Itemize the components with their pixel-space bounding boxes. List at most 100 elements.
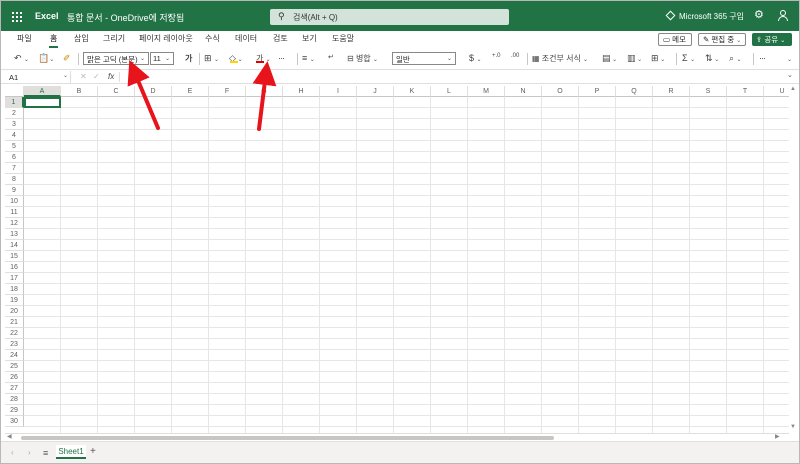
format-as-table-icon[interactable]: ▤ ⌄ — [602, 53, 617, 64]
column-header[interactable]: L — [431, 86, 468, 97]
column-header[interactable]: Q — [616, 86, 653, 97]
editing-mode-button[interactable]: ✎ 편집 중 ⌄ — [698, 33, 746, 46]
row-header[interactable]: 20 — [5, 306, 24, 317]
paste-icon[interactable]: 📋⌄ — [38, 53, 54, 64]
row-header[interactable]: 7 — [5, 163, 24, 174]
active-cell[interactable] — [24, 97, 61, 108]
bold-button[interactable]: 가 — [185, 53, 192, 64]
sheet-list-icon[interactable]: ≡ — [43, 448, 48, 458]
borders-icon[interactable]: ⊞ ⌄ — [204, 53, 219, 64]
tab-insert[interactable]: 삽입 — [74, 33, 89, 44]
column-header[interactable]: J — [357, 86, 394, 97]
row-header[interactable]: 26 — [5, 372, 24, 383]
next-sheet-icon[interactable]: › — [28, 448, 31, 457]
autosum-icon[interactable]: Σ ⌄ — [682, 53, 695, 63]
column-header[interactable]: E — [172, 86, 209, 97]
add-sheet-button[interactable]: + — [90, 446, 96, 457]
scroll-left-icon[interactable]: ◀ — [7, 433, 12, 440]
spreadsheet-grid[interactable]: A B C D E F G H I J K L M N O P Q R S T U 1 2 3 4 5 6 7 8 9 10 11 12 13 14… — [5, 86, 789, 433]
currency-button[interactable]: $ ⌄ — [469, 53, 482, 63]
tab-help[interactable]: 도움말 — [332, 33, 354, 44]
row-header[interactable]: 2 — [5, 108, 24, 119]
cancel-icon[interactable]: ✕ — [80, 72, 87, 81]
user-icon[interactable] — [778, 10, 788, 21]
row-header[interactable]: 18 — [5, 284, 24, 295]
column-header[interactable]: G — [246, 86, 283, 97]
column-header[interactable]: M — [468, 86, 505, 97]
comments-button[interactable]: ▭ 메모 — [658, 33, 692, 46]
row-header[interactable]: 19 — [5, 295, 24, 306]
sort-filter-icon[interactable]: ⇅ ⌄ — [705, 53, 719, 64]
scroll-up-icon[interactable]: ▲ — [790, 86, 796, 92]
horizontal-scrollbar[interactable]: ◀ ▶ — [5, 433, 789, 441]
row-header[interactable]: 30 — [5, 416, 24, 427]
prev-sheet-icon[interactable]: ‹ — [11, 448, 14, 457]
undo-icon[interactable]: ↶ ⌄ — [14, 53, 29, 64]
insert-cells-icon[interactable]: ⊞ ⌄ — [651, 53, 665, 64]
column-header[interactable]: I — [320, 86, 357, 97]
ribbon-expand-icon[interactable]: ⌄ — [787, 53, 792, 63]
row-header[interactable]: 29 — [5, 405, 24, 416]
row-header[interactable]: 12 — [5, 218, 24, 229]
sheet-tab[interactable]: Sheet1 — [56, 445, 86, 459]
increase-decimal-icon[interactable]: +.0 — [492, 53, 501, 59]
name-box[interactable]: A1 — [5, 71, 71, 83]
row-header[interactable]: 3 — [5, 119, 24, 130]
font-size-select[interactable]: 11 ⌄ — [150, 52, 174, 65]
column-header[interactable]: O — [542, 86, 579, 97]
app-name[interactable]: Excel — [35, 11, 59, 21]
merge-button[interactable]: ⊟ 병합 ⌄ — [347, 53, 378, 64]
row-header[interactable]: 27 — [5, 383, 24, 394]
row-header[interactable]: 1 — [5, 97, 24, 108]
confirm-icon[interactable]: ✓ — [93, 72, 100, 81]
row-header[interactable]: 6 — [5, 152, 24, 163]
app-launcher-icon[interactable] — [12, 12, 22, 22]
insert-function-button[interactable]: fx — [108, 72, 114, 81]
row-header[interactable]: 25 — [5, 361, 24, 372]
row-header[interactable]: 9 — [5, 185, 24, 196]
vertical-scrollbar[interactable]: ▲ ▼ — [789, 86, 797, 433]
select-all-corner[interactable] — [5, 86, 24, 97]
row-header[interactable]: 24 — [5, 350, 24, 361]
row-header[interactable]: 13 — [5, 229, 24, 240]
more-font-options-icon[interactable]: ··· — [278, 53, 285, 63]
row-header[interactable]: 21 — [5, 317, 24, 328]
row-header[interactable]: 5 — [5, 141, 24, 152]
column-header[interactable]: R — [653, 86, 690, 97]
tab-home[interactable]: 홈 — [48, 33, 59, 48]
wrap-text-icon[interactable]: ↵ — [328, 53, 334, 61]
align-icon[interactable]: ≡ ⌄ — [302, 53, 315, 63]
row-header[interactable]: 23 — [5, 339, 24, 350]
cell-styles-icon[interactable]: ▥ ⌄ — [627, 53, 642, 64]
column-header[interactable]: K — [394, 86, 431, 97]
row-header[interactable]: 22 — [5, 328, 24, 339]
chevron-down-icon[interactable]: ⌄ — [166, 9, 174, 20]
column-header[interactable]: S — [690, 86, 727, 97]
scroll-right-icon[interactable]: ▶ — [775, 433, 780, 440]
conditional-format-button[interactable]: ▦ 조건부 서식 ⌄ — [532, 53, 588, 64]
column-header[interactable]: T — [727, 86, 764, 97]
column-header[interactable]: A — [24, 86, 61, 97]
tab-view[interactable]: 보기 — [302, 33, 317, 44]
column-header[interactable]: F — [209, 86, 246, 97]
tab-formulas[interactable]: 수식 — [205, 33, 220, 44]
tab-data[interactable]: 데이터 — [235, 33, 257, 44]
search-box[interactable]: ⚲ 검색(Alt + Q) — [270, 9, 509, 25]
row-header[interactable]: 11 — [5, 207, 24, 218]
column-header[interactable]: N — [505, 86, 542, 97]
more-options-icon[interactable]: ··· — [759, 53, 766, 63]
row-header[interactable]: 28 — [5, 394, 24, 405]
column-header[interactable]: P — [579, 86, 616, 97]
find-icon[interactable]: ⌕ ⌄ — [729, 53, 742, 64]
row-header[interactable]: 15 — [5, 251, 24, 262]
row-header[interactable]: 17 — [5, 273, 24, 284]
column-header[interactable]: B — [61, 86, 98, 97]
column-header[interactable]: U — [764, 86, 789, 97]
column-header[interactable]: C — [98, 86, 135, 97]
scroll-thumb[interactable] — [21, 436, 554, 440]
tab-file[interactable]: 파일 — [17, 33, 32, 44]
buy-m365-button[interactable]: Microsoft 365 구입 — [665, 10, 744, 22]
row-header[interactable]: 4 — [5, 130, 24, 141]
tab-draw[interactable]: 그리기 — [103, 33, 125, 44]
column-header[interactable]: H — [283, 86, 320, 97]
